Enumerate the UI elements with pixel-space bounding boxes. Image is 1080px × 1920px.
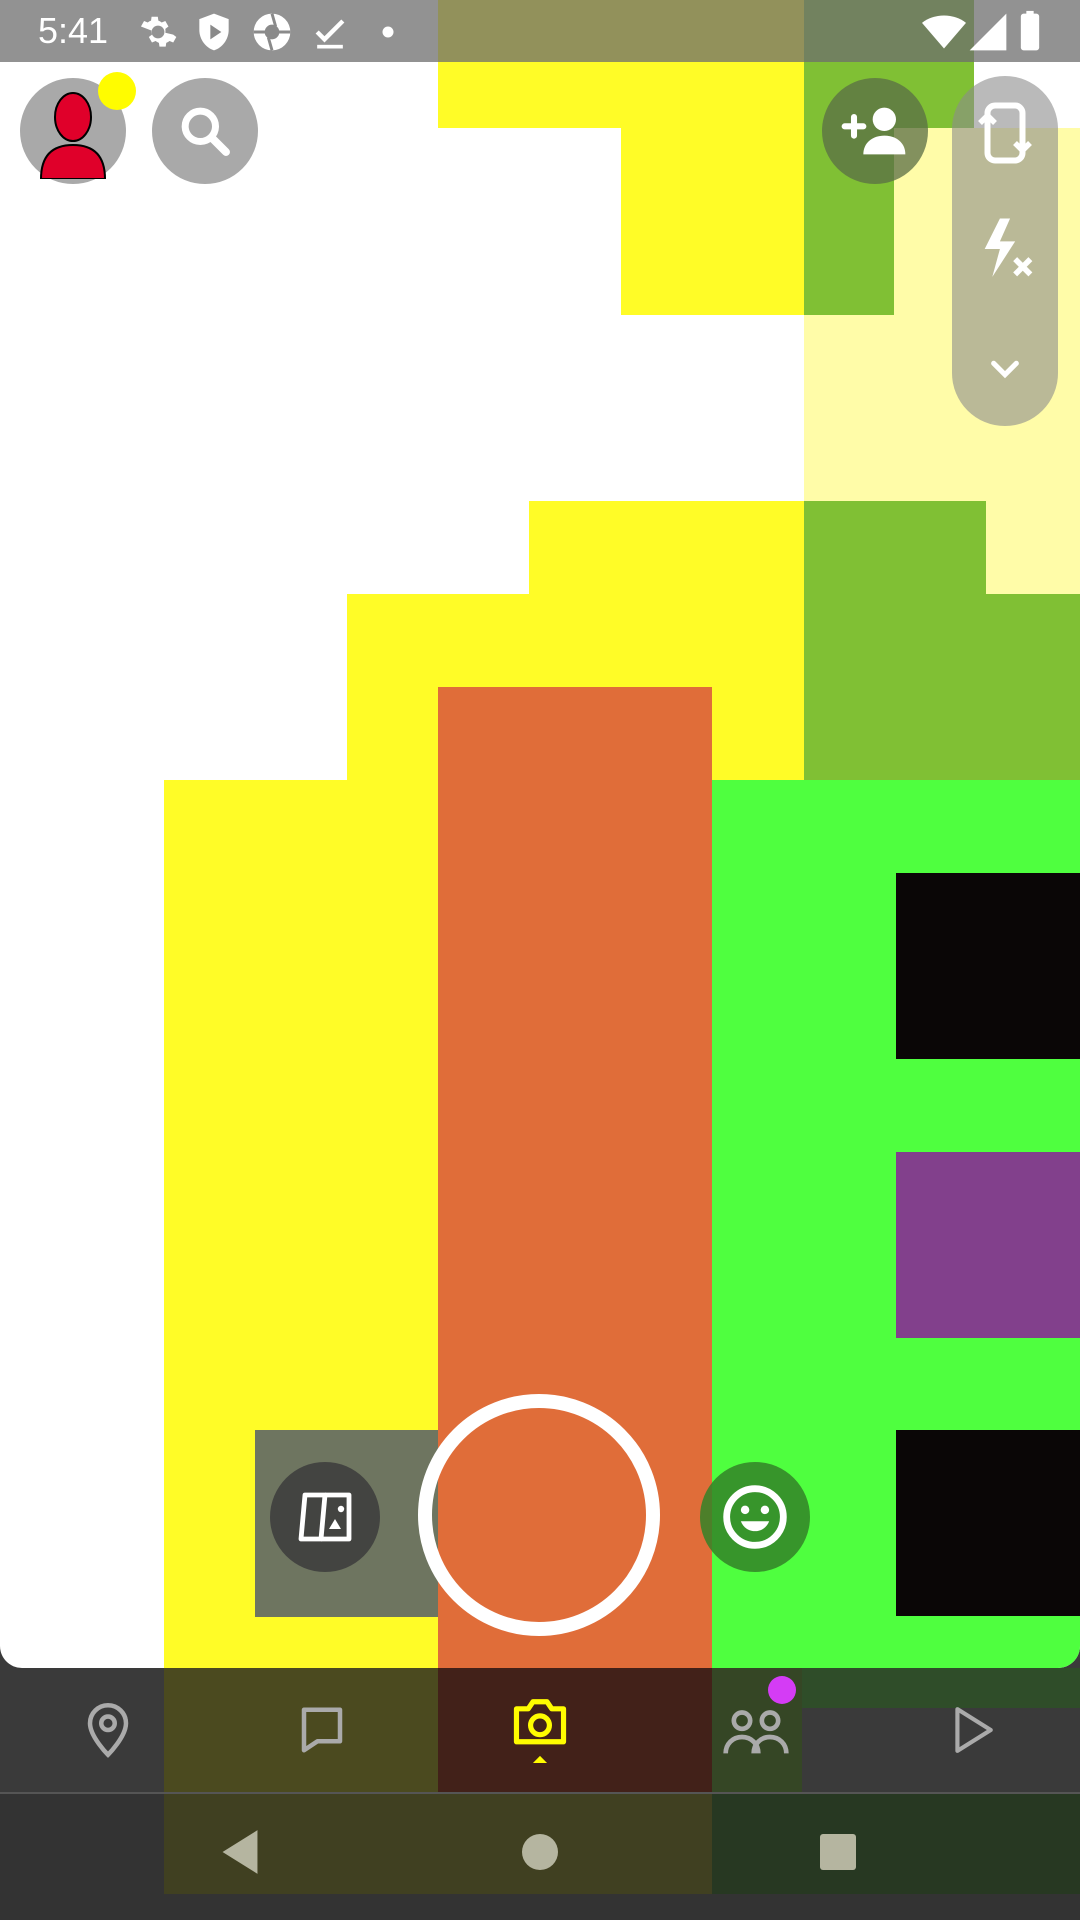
back-button[interactable] (210, 1822, 270, 1882)
flash-button[interactable] (968, 212, 1042, 286)
search-icon (181, 107, 230, 156)
smiley-lens-icon (723, 1485, 787, 1549)
scene-block (621, 128, 804, 315)
chevron-down-icon (991, 360, 1019, 379)
shutter-button[interactable] (418, 1394, 660, 1636)
add-friend-icon (841, 107, 906, 155)
aperture-icon (253, 13, 291, 51)
download-done-icon (315, 19, 345, 49)
scene-block (347, 594, 804, 687)
flash-off-icon (984, 218, 1033, 277)
scene-block (529, 501, 804, 594)
back-icon (222, 1830, 258, 1874)
bottom-tab-bar (0, 1668, 1080, 1920)
scene-block (986, 501, 1080, 594)
scene-block (896, 1430, 1080, 1616)
tab-stories[interactable] (706, 1676, 806, 1780)
status-bar: 5:41 (0, 0, 1080, 62)
notification-dot (98, 72, 136, 110)
battery-icon (1020, 10, 1040, 51)
memories-button[interactable] (270, 1462, 380, 1572)
camera-icon (513, 1699, 567, 1763)
more-tools-button[interactable] (968, 332, 1042, 406)
home-button[interactable] (510, 1822, 570, 1882)
map-pin-icon (87, 1703, 129, 1758)
lenses-button[interactable] (700, 1462, 810, 1572)
scene-block (804, 501, 986, 780)
add-friend-button[interactable] (822, 78, 928, 184)
dot-icon (382, 26, 394, 38)
status-time: 5:41 (38, 10, 109, 51)
scene-overlay (712, 1794, 1080, 1894)
stories-badge (768, 1676, 796, 1704)
system-nav-bar (0, 1794, 1080, 1920)
play-icon (955, 1707, 993, 1753)
tab-camera[interactable] (490, 1680, 590, 1780)
tab-spotlight[interactable] (922, 1680, 1022, 1780)
tab-map[interactable] (58, 1680, 158, 1780)
memories-cards-icon (298, 1492, 352, 1542)
gear-icon (140, 16, 177, 47)
home-icon (522, 1834, 558, 1870)
cell-signal-icon (969, 13, 1007, 51)
camera-tools-panel (952, 76, 1058, 426)
flip-camera-icon (978, 102, 1032, 164)
chat-bubble-icon (301, 1707, 343, 1753)
scene-block (896, 1152, 1080, 1338)
friends-icon (723, 1710, 789, 1754)
flip-camera-button[interactable] (968, 96, 1042, 170)
shield-play-icon (199, 13, 229, 51)
recents-button[interactable] (808, 1822, 868, 1882)
tab-chat[interactable] (272, 1680, 372, 1780)
scene-block (896, 873, 1080, 1059)
scene-block (986, 594, 1080, 780)
wifi-icon (922, 15, 966, 49)
recents-icon (820, 1834, 856, 1870)
search-button[interactable] (152, 78, 258, 184)
